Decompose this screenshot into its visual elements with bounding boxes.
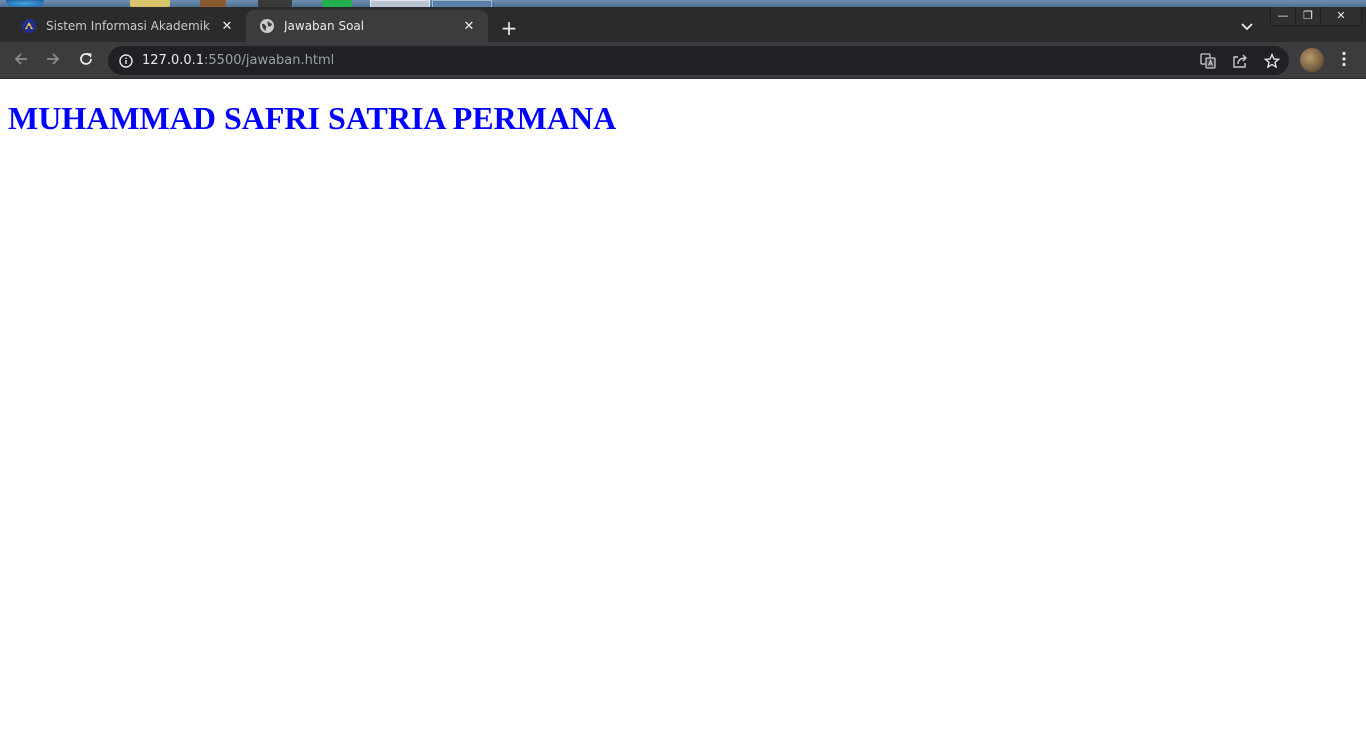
- close-window-button[interactable]: ✕: [1321, 7, 1361, 24]
- url-path: :5500/jawaban.html: [204, 53, 335, 68]
- kebab-menu-icon: [1342, 51, 1346, 71]
- tab-jawaban-soal[interactable]: Jawaban Soal ✕: [246, 10, 488, 42]
- url-text[interactable]: 127.0.0.1:5500/jawaban.html: [142, 53, 334, 68]
- close-tab-icon[interactable]: ✕: [460, 17, 478, 35]
- taskbar-app-photo[interactable]: [258, 0, 292, 7]
- browser-toolbar: 127.0.0.1:5500/jawaban.html: [0, 42, 1366, 79]
- arrow-left-icon: [13, 51, 29, 71]
- restore-button[interactable]: ❐: [1296, 7, 1321, 24]
- reload-icon: [78, 51, 94, 71]
- site-info-icon[interactable]: [118, 53, 134, 69]
- arrow-right-icon: [45, 51, 61, 71]
- profile-avatar[interactable]: [1300, 48, 1324, 72]
- forward-button[interactable]: [40, 48, 66, 74]
- tab-title: Jawaban Soal: [284, 19, 365, 33]
- page-viewport: MUHAMMAD SAFRI SATRIA PERMANA: [0, 79, 1366, 736]
- taskbar-app-explorer[interactable]: [130, 0, 170, 7]
- tab-search-chevron-down-icon[interactable]: [1236, 16, 1258, 38]
- close-tab-icon[interactable]: ✕: [218, 17, 236, 35]
- omnibox-actions: [1199, 52, 1281, 70]
- back-button[interactable]: [8, 48, 34, 74]
- translate-icon[interactable]: [1199, 52, 1217, 70]
- window-controls: — ❐ ✕: [1270, 7, 1362, 26]
- page-heading: MUHAMMAD SAFRI SATRIA PERMANA: [8, 100, 617, 136]
- reload-button[interactable]: [73, 48, 99, 74]
- browser-menu-button[interactable]: [1334, 50, 1354, 72]
- url-host: 127.0.0.1: [142, 53, 205, 68]
- taskbar-app-green[interactable]: [322, 0, 352, 7]
- browser-window: Sistem Informasi Akademik ✕ Jawaban Soal…: [0, 0, 1366, 736]
- address-bar[interactable]: 127.0.0.1:5500/jawaban.html: [108, 46, 1289, 75]
- globe-icon: [259, 18, 275, 34]
- campus-logo-icon: [21, 18, 37, 34]
- tab-sistem-informasi-akademik[interactable]: Sistem Informasi Akademik ✕: [8, 10, 246, 42]
- bookmark-star-icon[interactable]: [1263, 52, 1281, 70]
- share-icon[interactable]: [1231, 52, 1249, 70]
- new-tab-button[interactable]: +: [497, 16, 521, 40]
- tab-title: Sistem Informasi Akademik: [46, 19, 210, 33]
- tab-strip: Sistem Informasi Akademik ✕ Jawaban Soal…: [0, 7, 1366, 42]
- taskbar-strip: [0, 0, 1366, 9]
- taskbar-app-media[interactable]: [200, 0, 226, 7]
- taskbar-start-orb[interactable]: [6, 0, 44, 7]
- minimize-button[interactable]: —: [1271, 7, 1296, 24]
